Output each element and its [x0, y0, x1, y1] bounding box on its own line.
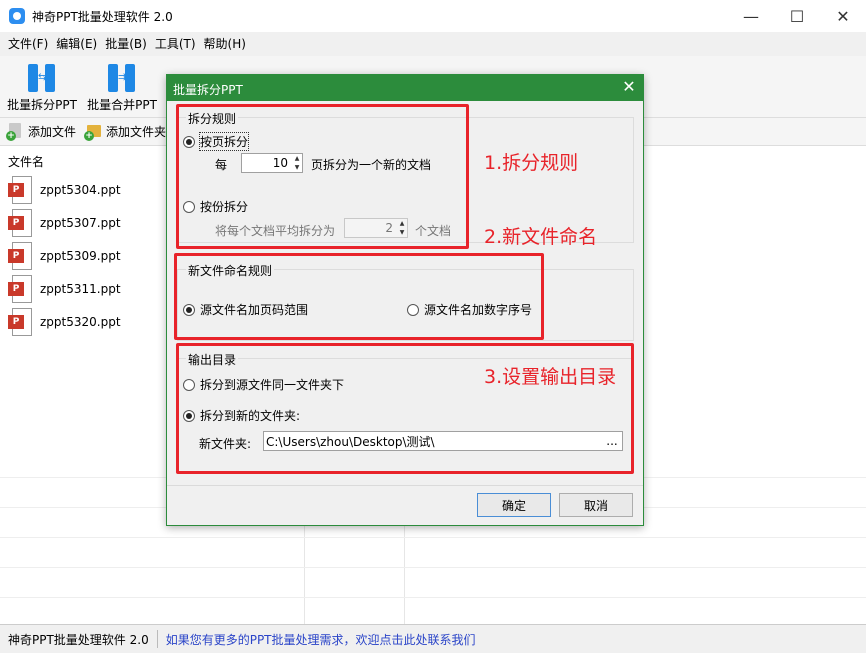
status-bar: 神奇PPT批量处理软件 2.0 如果您有更多的PPT批量处理需求，欢迎点击此处联… [0, 624, 866, 653]
add-file-icon: + [6, 122, 24, 141]
column-header-filename[interactable]: 文件名 [8, 153, 44, 170]
add-folder-button[interactable]: + 添加文件夹 [84, 123, 166, 141]
menu-batch[interactable]: 批量(B) [101, 32, 151, 56]
file-name: zppt5307.ppt [40, 215, 121, 230]
ppt-file-icon: P [8, 274, 32, 303]
table-row[interactable]: P zppt5320.ppt [8, 305, 121, 338]
menu-file[interactable]: 文件(F) [4, 32, 52, 56]
close-button[interactable]: ✕ [820, 0, 866, 32]
ppt-file-icon: P [8, 175, 32, 204]
status-divider [156, 630, 158, 648]
add-file-label: 添加文件 [28, 125, 77, 139]
menu-help[interactable]: 帮助(H) [200, 32, 250, 56]
file-name: zppt5309.ppt [40, 248, 121, 263]
table-row[interactable]: P zppt5304.ppt [8, 173, 121, 206]
add-folder-icon: + [84, 123, 102, 141]
menu-bar: 文件(F) 编辑(E) 批量(B) 工具(T) 帮助(H) [0, 32, 866, 56]
dialog-title: 批量拆分PPT [173, 83, 243, 97]
ppt-file-icon: P [8, 307, 32, 336]
batch-merge-button[interactable]: ⇉ 批量合并PPT [86, 56, 158, 118]
batch-split-label: 批量拆分PPT [7, 98, 77, 112]
batch-merge-label: 批量合并PPT [87, 98, 157, 112]
file-name: zppt5304.ppt [40, 182, 121, 197]
menu-tools[interactable]: 工具(T) [151, 32, 200, 56]
menu-edit[interactable]: 编辑(E) [52, 32, 101, 56]
dialog-close-button[interactable]: ✕ [619, 77, 639, 97]
minimize-button[interactable]: — [728, 0, 774, 32]
split-icon: ⇆ [28, 64, 56, 92]
batch-split-button[interactable]: ⇆ 批量拆分PPT [6, 56, 78, 118]
table-row[interactable]: P zppt5311.ppt [8, 272, 121, 305]
window-title: 神奇PPT批量处理软件 2.0 [32, 10, 173, 24]
annotation-note-output: 3.设置输出目录 [484, 366, 617, 388]
file-name: zppt5311.ppt [40, 281, 121, 296]
cancel-button[interactable]: 取消 [559, 493, 633, 517]
row-divider [0, 597, 866, 598]
annotation-note-split-rule: 1.拆分规则 [484, 152, 579, 174]
maximize-button[interactable]: ☐ [774, 0, 820, 32]
table-row[interactable]: P zppt5309.ppt [8, 239, 121, 272]
merge-icon: ⇉ [108, 64, 136, 92]
annotation-box-split-rule [176, 104, 469, 249]
add-folder-label: 添加文件夹 [106, 125, 167, 139]
dialog-title-bar: 批量拆分PPT ✕ [167, 75, 643, 101]
status-app-name: 神奇PPT批量处理软件 2.0 [8, 632, 149, 647]
add-file-button[interactable]: + 添加文件 [6, 122, 77, 141]
dialog-divider [167, 485, 643, 486]
row-divider [0, 537, 866, 538]
annotation-note-naming: 2.新文件命名 [484, 226, 598, 248]
table-row[interactable]: P zppt5307.ppt [8, 206, 121, 239]
contact-link[interactable]: 如果您有更多的PPT批量处理需求，欢迎点击此处联系我们 [166, 631, 476, 648]
row-divider [0, 567, 866, 568]
file-name: zppt5320.ppt [40, 314, 121, 329]
ppt-file-icon: P [8, 241, 32, 270]
annotation-box-naming [174, 253, 544, 340]
app-logo-icon [9, 8, 25, 24]
ppt-file-icon: P [8, 208, 32, 237]
ok-button[interactable]: 确定 [477, 493, 551, 517]
title-bar: 神奇PPT批量处理软件 2.0 — ☐ ✕ [0, 0, 866, 32]
